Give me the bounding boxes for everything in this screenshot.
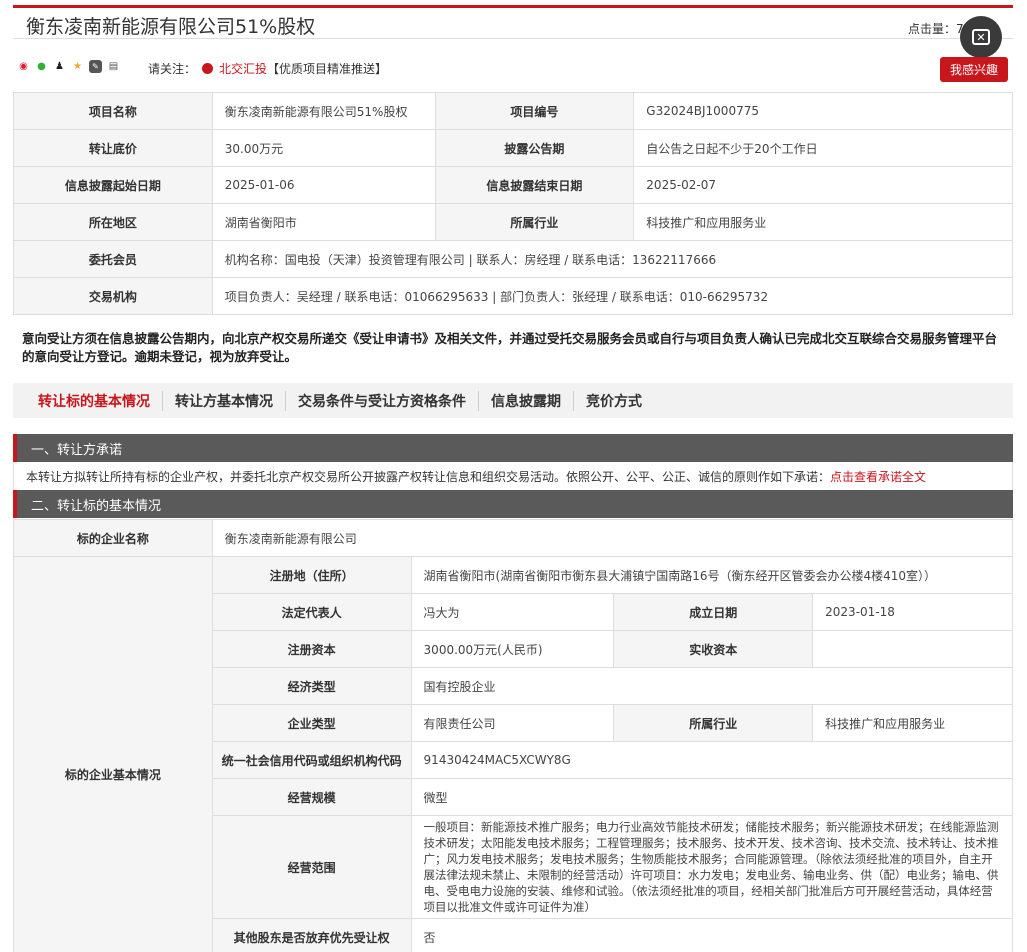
table-row: 项目名称 衡东凌南新能源有限公司51%股权 项目编号 G32024BJ10007… [13,92,1013,130]
scale-value: 微型 [410,778,1014,816]
project-overview-table: 项目名称 衡东凌南新能源有限公司51%股权 项目编号 G32024BJ10007… [13,92,1014,315]
title-top-border [13,5,1013,8]
follow-brand-link[interactable]: 北交汇投 [219,60,267,77]
target-info-table: 标的企业名称 衡东凌南新能源有限公司 标的企业基本情况 注册地（住所） 湖南省衡… [13,519,1014,952]
table-row: 转让底价 30.00万元 披露公告期 自公告之日起不少于20个工作日 [13,129,1013,167]
qzone-icon[interactable]: ✎ [89,60,102,73]
region-label: 所在地区 [13,203,213,241]
share-bar: ◉ ● ♟ ★ ✎ ▤ [17,60,120,73]
click-count: 点击量：7 [908,22,964,36]
project-number-value: G32024BJ1000775 [633,92,1013,130]
table-row: 所在地区 湖南省衡阳市 所属行业 科技推广和应用服务业 [13,203,1013,241]
detail-tabs: 转让标的基本情况 转让方基本情况 交易条件与受让方资格条件 信息披露期 竞价方式 [13,383,1013,418]
member-label: 委托会员 [13,240,213,278]
company-basic-info-label: 标的企业基本情况 [13,556,213,952]
legal-rep-label: 法定代表人 [211,593,412,631]
commitment-text: 本转让方拟转让所持有标的企业产权，并委托北京产权交易所公开披露产权转让信息和组织… [26,469,831,484]
tab-trade-conditions[interactable]: 交易条件与受让方资格条件 [285,390,478,411]
table-row: 委托会员 机构名称：国电投（天津）投资管理有限公司 | 联系人：房经理 / 联系… [13,240,1014,278]
econ-type-value: 国有控股企业 [410,667,1014,705]
beijiao-logo-icon [202,63,214,74]
reg-address-label: 注册地（住所） [211,556,412,594]
tab-target-info[interactable]: 转让标的基本情况 [38,391,162,411]
disclosure-start-value: 2025-01-06 [211,166,436,204]
ent-type-label: 企业类型 [211,704,412,742]
follow-prompt: 请关注： 北交汇投 【优质项目精准推送】 [148,60,387,77]
legal-rep-value: 冯大为 [410,593,615,631]
target-industry-label: 所属行业 [613,704,814,742]
reg-capital-value: 3000.00万元(人民币) [410,630,615,668]
section-header-commitment: 一、转让方承诺 [13,434,1013,462]
favorite-icon[interactable]: ★ [71,60,84,73]
interest-button[interactable]: 我感兴趣 [940,57,1008,82]
paid-capital-label: 实收资本 [613,630,814,668]
table-row: 标的企业名称 衡东凌南新能源有限公司 [13,519,1014,557]
qq-icon[interactable]: ♟ [53,60,66,73]
follow-suffix: 【优质项目精准推送】 [267,62,388,76]
target-industry-value: 科技推广和应用服务业 [812,704,1013,742]
ent-type-value: 有限责任公司 [410,704,615,742]
est-date-label: 成立日期 [613,593,814,631]
reg-address-value: 湖南省衡阳市(湖南省衡阳市衡东县大浦镇宁国南路16号（衡东经开区管委会办公楼4楼… [410,556,1014,594]
econ-type-label: 经济类型 [211,667,412,705]
other-holders-value: 否 [410,918,1014,952]
scale-label: 经营规模 [211,778,412,816]
industry-value: 科技推广和应用服务业 [633,203,1013,241]
page-title: 衡东凌南新能源有限公司51%股权 [26,16,316,38]
project-name-label: 项目名称 [13,92,213,130]
tab-transferor-info[interactable]: 转让方基本情况 [162,390,285,411]
table-row: 交易机构 项目负责人：吴经理 / 联系电话：01066295633 | 部门负责… [13,277,1014,315]
close-icon: ✕ [972,29,990,45]
weibo-icon[interactable]: ◉ [17,60,30,73]
base-price-label: 转让底价 [13,129,213,167]
title-divider [13,38,1013,39]
company-name-value: 衡东凌南新能源有限公司 [211,519,1014,557]
paid-capital-value [812,630,1013,668]
table-row: 标的企业基本情况 注册地（住所） 湖南省衡阳市(湖南省衡阳市衡东县大浦镇宁国南路… [13,556,1014,952]
section-header-target-info: 二、转让标的基本情况 [13,490,1013,518]
print-icon[interactable]: ▤ [107,60,120,73]
business-scope-value: 一般项目：新能源技术推广服务；电力行业高效节能技术研发；储能技术服务；新兴能源技… [410,815,1014,919]
industry-label: 所属行业 [434,203,635,241]
registration-notice: 意向受让方须在信息披露公告期内，向北京产权交易所递交《受让申请书》及相关文件，并… [22,331,998,364]
tab-disclosure-period[interactable]: 信息披露期 [478,390,573,411]
member-value: 机构名称：国电投（天津）投资管理有限公司 | 联系人：房经理 / 联系电话：13… [211,240,1014,278]
commitment-full-link[interactable]: 点击查看承诺全文 [830,468,926,485]
disclosure-end-label: 信息披露结束日期 [434,166,635,204]
credit-code-label: 统一社会信用代码或组织机构代码 [211,741,412,779]
agency-value: 项目负责人：吴经理 / 联系电话：01066295633 | 部门负责人：张经理… [211,277,1014,315]
est-date-value: 2023-01-18 [812,593,1013,631]
disclosure-start-label: 信息披露起始日期 [13,166,213,204]
disclosure-end-value: 2025-02-07 [633,166,1013,204]
company-name-label: 标的企业名称 [13,519,213,557]
project-number-label: 项目编号 [434,92,635,130]
reg-capital-label: 注册资本 [211,630,412,668]
table-row: 信息披露起始日期 2025-01-06 信息披露结束日期 2025-02-07 [13,166,1013,204]
region-value: 湖南省衡阳市 [211,203,436,241]
disclosure-period-value: 自公告之日起不少于20个工作日 [633,129,1013,167]
project-name-value: 衡东凌南新能源有限公司51%股权 [211,92,436,130]
disclosure-period-label: 披露公告期 [434,129,635,167]
screenshot-close-button[interactable]: ✕ [960,16,1002,58]
base-price-value: 30.00万元 [211,129,436,167]
wechat-icon[interactable]: ● [35,60,48,73]
other-holders-label: 其他股东是否放弃优先受让权 [211,918,412,952]
agency-label: 交易机构 [13,277,213,315]
follow-label: 请关注： [148,62,197,76]
business-scope-label: 经营范围 [211,815,412,919]
credit-code-value: 91430424MAC5XCWY8G [410,741,1014,779]
commitment-row: 本转让方拟转让所持有标的企业产权，并委托北京产权交易所公开披露产权转让信息和组织… [13,462,1013,490]
tab-bidding-method[interactable]: 竞价方式 [573,390,654,411]
